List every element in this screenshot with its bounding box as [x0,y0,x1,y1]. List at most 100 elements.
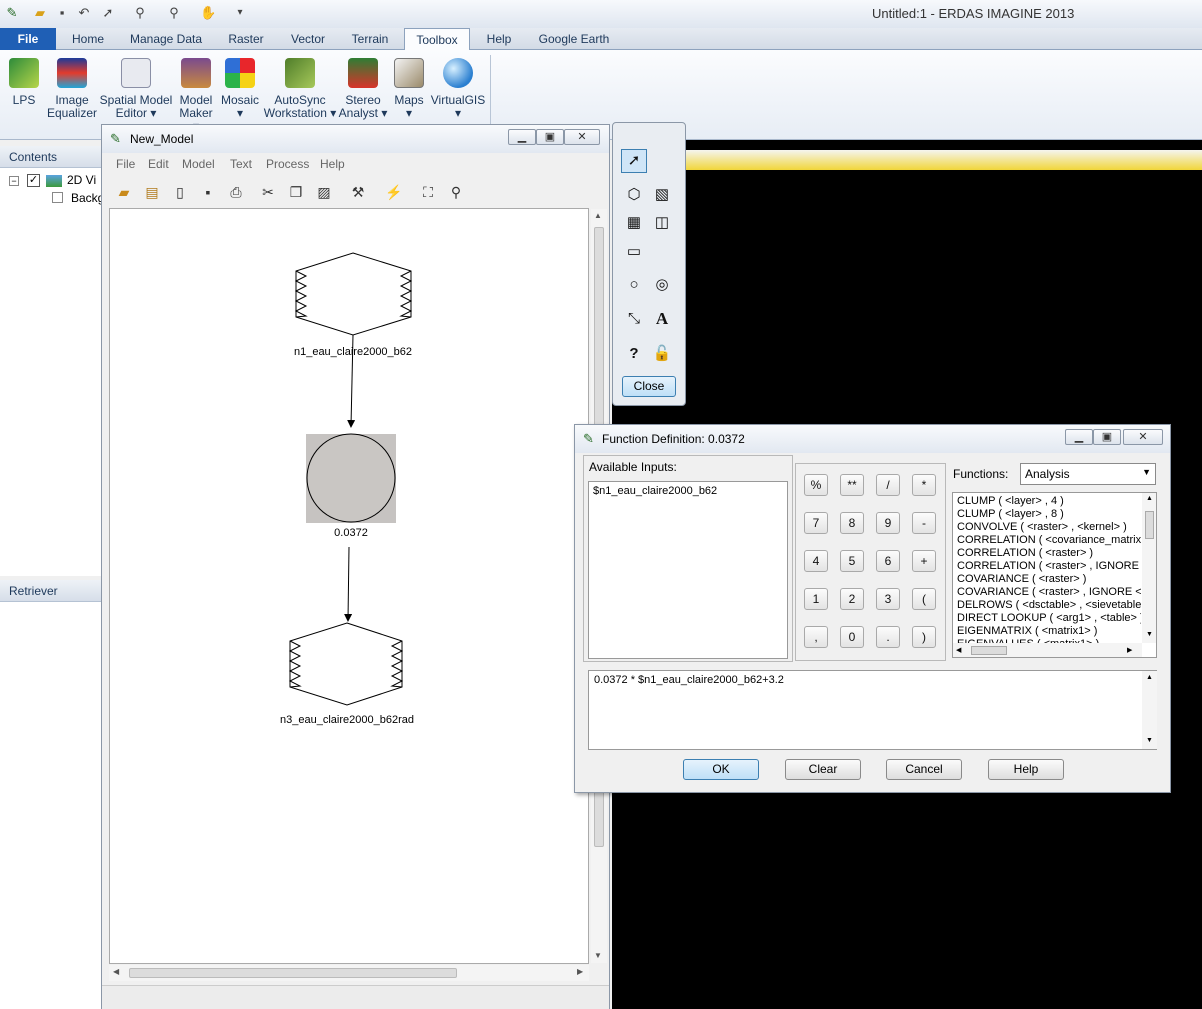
spatial-model-editor-button[interactable]: Spatial Model Editor ▾ [99,56,173,120]
autosync-workstation-button[interactable]: AutoSync Workstation ▾ [262,56,338,120]
matrix-object-icon[interactable]: ▦ [623,212,645,234]
key-plus[interactable]: + [912,550,936,572]
functions-hscroll-thumb[interactable] [971,646,1007,655]
function-item[interactable]: CORRELATION ( <covariance_matrix> ) [957,534,1141,547]
input-raster-node[interactable] [294,252,413,336]
print-icon[interactable]: ⎙ [226,182,246,202]
function-item[interactable]: DELROWS ( <dsctable> , <sievetable> [957,599,1141,612]
dialog-maximize-button[interactable]: ▣ [1093,429,1121,445]
functions-scroll-right[interactable]: ▶ [1127,646,1132,654]
function-item[interactable]: CONVOLVE ( <raster> , <kernel> ) [957,521,1141,534]
key-power[interactable]: ** [840,474,864,496]
scroll-down-arrow[interactable]: ▼ [594,951,602,960]
key-open-paren[interactable]: ( [912,588,936,610]
key-9[interactable]: 9 [876,512,900,534]
dialog-minimize-button[interactable]: ▁ [1065,429,1093,445]
connect-tool-icon[interactable]: ⤡ [623,308,645,330]
function-item[interactable]: DIRECT LOOKUP ( <arg1> , <table> ) [957,612,1141,625]
fit-view-icon[interactable]: ⛶ [418,182,438,202]
key-4[interactable]: 4 [804,550,828,572]
tab-vector[interactable]: Vector [282,28,334,50]
open-icon[interactable]: ▰ [32,5,48,21]
key-3[interactable]: 3 [876,588,900,610]
function-item[interactable]: COVARIANCE ( <raster> ) [957,573,1141,586]
stereo-analyst-button[interactable]: Stereo Analyst ▾ [338,56,388,120]
tab-manage-data[interactable]: Manage Data [122,28,210,50]
menu-help[interactable]: Help [320,157,345,171]
function-item[interactable]: CORRELATION ( <raster> ) [957,547,1141,560]
functions-vertical-scrollbar[interactable]: ▲ ▼ [1142,493,1156,643]
open-model-icon[interactable]: ▤ [142,182,162,202]
zoom-in-icon[interactable]: ⚲ [132,5,148,21]
functions-list[interactable]: CLUMP ( <layer> , 4 ) CLUMP ( <layer> , … [952,492,1157,658]
function-node[interactable] [306,433,396,523]
tab-raster[interactable]: Raster [220,28,272,50]
tab-help[interactable]: Help [478,28,520,50]
key-percent[interactable]: % [804,474,828,496]
undo-icon[interactable]: ↶ [76,5,92,21]
tab-home[interactable]: Home [62,28,114,50]
horizontal-scrollbar[interactable]: ◀ ▶ [109,965,589,981]
maximize-button[interactable]: ▣ [536,129,564,145]
arrow-select-icon[interactable]: ➚ [623,150,645,172]
menu-file[interactable]: File [116,157,135,171]
available-inputs-list[interactable]: $n1_eau_claire2000_b62 [588,481,788,659]
menu-edit[interactable]: Edit [148,157,169,171]
model-window-titlebar[interactable]: ✎ New_Model ▁ ▣ ✕ [102,125,609,153]
tree-item-2d-view[interactable]: 2D Vi [67,173,96,187]
function-item[interactable]: CLUMP ( <layer> , 8 ) [957,508,1141,521]
key-minus[interactable]: - [912,512,936,534]
pointer-icon[interactable]: ➚ [100,5,116,21]
raster-object-icon[interactable]: ⬡ [623,184,645,206]
functions-scroll-down[interactable]: ▼ [1146,631,1153,638]
menu-process[interactable]: Process [266,157,309,171]
cut-icon[interactable]: ✂ [258,182,278,202]
tab-toolbox[interactable]: Toolbox [404,28,470,51]
criteria-object-icon[interactable]: ◎ [651,274,673,296]
save-icon[interactable]: ▪ [198,182,218,202]
open-folder-icon[interactable]: ▰ [114,182,134,202]
expression-scroll-up[interactable]: ▲ [1146,674,1153,681]
key-multiply[interactable]: * [912,474,936,496]
save-icon[interactable]: ▪ [54,5,70,21]
expression-scrollbar[interactable]: ▲ ▼ [1142,671,1157,749]
customize-qat-icon[interactable]: ▾ [232,5,248,21]
key-close-paren[interactable]: ) [912,626,936,648]
tab-file[interactable]: File [0,28,56,50]
key-comma[interactable]: , [804,626,828,648]
clear-button[interactable]: Clear [785,759,861,780]
ok-button[interactable]: OK [683,759,759,780]
maps-button[interactable]: Maps ▾ [392,56,426,120]
functions-horizontal-scrollbar[interactable]: ◀ ▶ [953,643,1142,657]
text-tool-icon[interactable]: A [651,308,673,330]
model-maker-button[interactable]: Model Maker ▾ [176,56,216,133]
help-button[interactable]: Help [988,759,1064,780]
paste-icon[interactable]: ▨ [314,182,334,202]
tab-terrain[interactable]: Terrain [344,28,396,50]
table-object-icon[interactable]: ◫ [651,212,673,234]
dialog-close-button[interactable]: ✕ [1123,429,1163,445]
scroll-right-arrow[interactable]: ▶ [577,967,583,976]
function-item[interactable]: EIGENMATRIX ( <matrix1> ) [957,625,1141,638]
expression-editor[interactable]: 0.0372 * $n1_eau_claire2000_b62+3.2 ▲ ▼ [588,670,1157,750]
menu-model[interactable]: Model [182,157,215,171]
key-1[interactable]: 1 [804,588,828,610]
image-equalizer-button[interactable]: Image Equalizer [46,56,98,120]
function-item[interactable]: CORRELATION ( <raster> , IGNORE <v [957,560,1141,573]
zoom-icon[interactable]: ⚲ [446,182,466,202]
copy-icon[interactable]: ❐ [286,182,306,202]
tree-collapse-toggle[interactable]: − [9,176,19,186]
minimize-button[interactable]: ▁ [508,129,536,145]
function-item[interactable]: COVARIANCE ( <raster> , IGNORE <v [957,586,1141,599]
model-canvas[interactable]: n1_eau_claire2000_b62 0.0372 n3_eau_clai… [109,208,589,964]
key-5[interactable]: 5 [840,550,864,572]
mosaic-button[interactable]: Mosaic ▾ [220,56,260,120]
function-item[interactable]: CLUMP ( <layer> , 4 ) [957,495,1141,508]
key-decimal[interactable]: . [876,626,900,648]
functions-scroll-left[interactable]: ◀ [956,646,961,654]
lps-button[interactable]: LPS [6,56,42,107]
background-checkbox[interactable] [52,192,63,203]
input-item[interactable]: $n1_eau_claire2000_b62 [593,485,717,497]
palette-close-button[interactable]: Close [622,376,676,397]
pan-icon[interactable]: ✋ [200,5,216,21]
